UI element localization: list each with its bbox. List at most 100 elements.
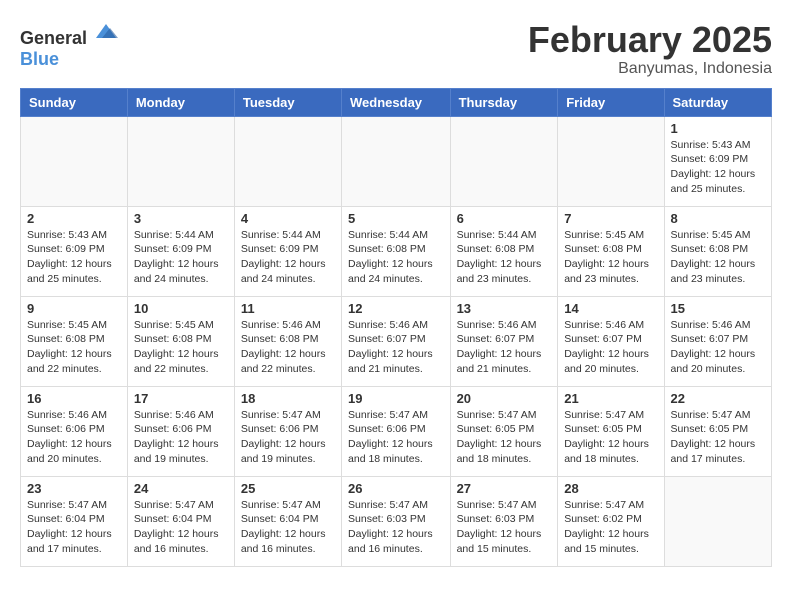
calendar-cell: 18 Sunrise: 5:47 AM Sunset: 6:06 PM Dayli… bbox=[234, 386, 341, 476]
day-info: Sunrise: 5:45 AM Sunset: 6:08 PM Dayligh… bbox=[671, 228, 765, 287]
logo-general: General bbox=[20, 28, 87, 48]
day-info: Sunrise: 5:45 AM Sunset: 6:08 PM Dayligh… bbox=[564, 228, 657, 287]
day-number: 7 bbox=[564, 211, 657, 226]
weekday-header-tuesday: Tuesday bbox=[234, 88, 341, 116]
day-info: Sunrise: 5:47 AM Sunset: 6:06 PM Dayligh… bbox=[241, 408, 335, 467]
calendar-cell: 27 Sunrise: 5:47 AM Sunset: 6:03 PM Dayli… bbox=[450, 476, 558, 566]
day-number: 15 bbox=[671, 301, 765, 316]
weekday-header-row: SundayMondayTuesdayWednesdayThursdayFrid… bbox=[21, 88, 772, 116]
calendar-cell: 12Sunrise: 5:46 AM Sunset: 6:07 PM Dayli… bbox=[342, 296, 451, 386]
calendar-cell bbox=[664, 476, 771, 566]
day-info: Sunrise: 5:47 AM Sunset: 6:05 PM Dayligh… bbox=[457, 408, 552, 467]
day-number: 28 bbox=[564, 481, 657, 496]
calendar-cell bbox=[450, 116, 558, 206]
calendar-cell: 4 Sunrise: 5:44 AM Sunset: 6:09 PM Daylig… bbox=[234, 206, 341, 296]
day-number: 14 bbox=[564, 301, 657, 316]
day-number: 3 bbox=[134, 211, 228, 226]
calendar-cell: 5 Sunrise: 5:44 AM Sunset: 6:08 PM Daylig… bbox=[342, 206, 451, 296]
calendar-cell: 11 Sunrise: 5:46 AM Sunset: 6:08 PM Dayli… bbox=[234, 296, 341, 386]
day-info: Sunrise: 5:45 AM Sunset: 6:08 PM Dayligh… bbox=[134, 318, 228, 377]
calendar-cell: 6Sunrise: 5:44 AM Sunset: 6:08 PM Daylig… bbox=[450, 206, 558, 296]
day-number: 27 bbox=[457, 481, 552, 496]
day-info: Sunrise: 5:47 AM Sunset: 6:04 PM Dayligh… bbox=[241, 498, 335, 557]
day-info: Sunrise: 5:47 AM Sunset: 6:05 PM Dayligh… bbox=[564, 408, 657, 467]
calendar-cell: 15 Sunrise: 5:46 AM Sunset: 6:07 PM Dayli… bbox=[664, 296, 771, 386]
calendar-cell: 25 Sunrise: 5:47 AM Sunset: 6:04 PM Dayli… bbox=[234, 476, 341, 566]
day-number: 17 bbox=[134, 391, 228, 406]
day-number: 19 bbox=[348, 391, 444, 406]
calendar-table: SundayMondayTuesdayWednesdayThursdayFrid… bbox=[20, 88, 772, 567]
day-number: 26 bbox=[348, 481, 444, 496]
day-info: Sunrise: 5:47 AM Sunset: 6:03 PM Dayligh… bbox=[348, 498, 444, 557]
page-header: General Blue February 2025 Banyumas, Ind… bbox=[20, 20, 772, 78]
title-block: February 2025 Banyumas, Indonesia bbox=[528, 20, 772, 78]
calendar-cell: 10 Sunrise: 5:45 AM Sunset: 6:08 PM Dayli… bbox=[127, 296, 234, 386]
day-info: Sunrise: 5:45 AM Sunset: 6:08 PM Dayligh… bbox=[27, 318, 121, 377]
day-info: Sunrise: 5:43 AM Sunset: 6:09 PM Dayligh… bbox=[27, 228, 121, 287]
day-number: 20 bbox=[457, 391, 552, 406]
calendar-cell: 21 Sunrise: 5:47 AM Sunset: 6:05 PM Dayli… bbox=[558, 386, 664, 476]
calendar-cell bbox=[234, 116, 341, 206]
calendar-cell: 26 Sunrise: 5:47 AM Sunset: 6:03 PM Dayli… bbox=[342, 476, 451, 566]
logo-blue: Blue bbox=[20, 49, 59, 69]
calendar-week-row: 16Sunrise: 5:46 AM Sunset: 6:06 PM Dayli… bbox=[21, 386, 772, 476]
logo-icon bbox=[94, 20, 118, 44]
day-number: 9 bbox=[27, 301, 121, 316]
weekday-header-monday: Monday bbox=[127, 88, 234, 116]
weekday-header-wednesday: Wednesday bbox=[342, 88, 451, 116]
day-info: Sunrise: 5:47 AM Sunset: 6:04 PM Dayligh… bbox=[27, 498, 121, 557]
day-info: Sunrise: 5:43 AM Sunset: 6:09 PM Dayligh… bbox=[671, 138, 765, 197]
calendar-cell bbox=[342, 116, 451, 206]
day-info: Sunrise: 5:44 AM Sunset: 6:09 PM Dayligh… bbox=[241, 228, 335, 287]
day-number: 12 bbox=[348, 301, 444, 316]
calendar-cell bbox=[127, 116, 234, 206]
day-number: 21 bbox=[564, 391, 657, 406]
day-number: 18 bbox=[241, 391, 335, 406]
day-info: Sunrise: 5:46 AM Sunset: 6:06 PM Dayligh… bbox=[27, 408, 121, 467]
calendar-cell: 1 Sunrise: 5:43 AM Sunset: 6:09 PM Daylig… bbox=[664, 116, 771, 206]
calendar-cell: 17 Sunrise: 5:46 AM Sunset: 6:06 PM Dayli… bbox=[127, 386, 234, 476]
day-number: 8 bbox=[671, 211, 765, 226]
day-info: Sunrise: 5:47 AM Sunset: 6:04 PM Dayligh… bbox=[134, 498, 228, 557]
day-info: Sunrise: 5:47 AM Sunset: 6:05 PM Dayligh… bbox=[671, 408, 765, 467]
calendar-cell: 14 Sunrise: 5:46 AM Sunset: 6:07 PM Dayli… bbox=[558, 296, 664, 386]
day-number: 1 bbox=[671, 121, 765, 136]
day-info: Sunrise: 5:46 AM Sunset: 6:07 PM Dayligh… bbox=[564, 318, 657, 377]
weekday-header-saturday: Saturday bbox=[664, 88, 771, 116]
day-number: 25 bbox=[241, 481, 335, 496]
calendar-week-row: 1 Sunrise: 5:43 AM Sunset: 6:09 PM Daylig… bbox=[21, 116, 772, 206]
calendar-cell: 20 Sunrise: 5:47 AM Sunset: 6:05 PM Dayli… bbox=[450, 386, 558, 476]
calendar-cell: 16Sunrise: 5:46 AM Sunset: 6:06 PM Dayli… bbox=[21, 386, 128, 476]
calendar-cell: 8 Sunrise: 5:45 AM Sunset: 6:08 PM Daylig… bbox=[664, 206, 771, 296]
day-number: 5 bbox=[348, 211, 444, 226]
day-number: 10 bbox=[134, 301, 228, 316]
day-info: Sunrise: 5:44 AM Sunset: 6:08 PM Dayligh… bbox=[348, 228, 444, 287]
calendar-cell: 3 Sunrise: 5:44 AM Sunset: 6:09 PM Daylig… bbox=[127, 206, 234, 296]
day-info: Sunrise: 5:47 AM Sunset: 6:03 PM Dayligh… bbox=[457, 498, 552, 557]
calendar-cell: 22 Sunrise: 5:47 AM Sunset: 6:05 PM Dayli… bbox=[664, 386, 771, 476]
day-number: 11 bbox=[241, 301, 335, 316]
day-number: 13 bbox=[457, 301, 552, 316]
day-info: Sunrise: 5:44 AM Sunset: 6:08 PM Dayligh… bbox=[457, 228, 552, 287]
day-number: 24 bbox=[134, 481, 228, 496]
calendar-cell: 9 Sunrise: 5:45 AM Sunset: 6:08 PM Daylig… bbox=[21, 296, 128, 386]
day-info: Sunrise: 5:46 AM Sunset: 6:08 PM Dayligh… bbox=[241, 318, 335, 377]
day-info: Sunrise: 5:46 AM Sunset: 6:06 PM Dayligh… bbox=[134, 408, 228, 467]
calendar-week-row: 23Sunrise: 5:47 AM Sunset: 6:04 PM Dayli… bbox=[21, 476, 772, 566]
calendar-week-row: 9 Sunrise: 5:45 AM Sunset: 6:08 PM Daylig… bbox=[21, 296, 772, 386]
weekday-header-friday: Friday bbox=[558, 88, 664, 116]
day-info: Sunrise: 5:46 AM Sunset: 6:07 PM Dayligh… bbox=[457, 318, 552, 377]
weekday-header-sunday: Sunday bbox=[21, 88, 128, 116]
day-info: Sunrise: 5:44 AM Sunset: 6:09 PM Dayligh… bbox=[134, 228, 228, 287]
day-number: 4 bbox=[241, 211, 335, 226]
day-number: 2 bbox=[27, 211, 121, 226]
day-number: 22 bbox=[671, 391, 765, 406]
day-info: Sunrise: 5:46 AM Sunset: 6:07 PM Dayligh… bbox=[671, 318, 765, 377]
calendar-cell: 23Sunrise: 5:47 AM Sunset: 6:04 PM Dayli… bbox=[21, 476, 128, 566]
calendar-cell bbox=[21, 116, 128, 206]
calendar-cell bbox=[558, 116, 664, 206]
weekday-header-thursday: Thursday bbox=[450, 88, 558, 116]
calendar-cell: 13 Sunrise: 5:46 AM Sunset: 6:07 PM Dayli… bbox=[450, 296, 558, 386]
calendar-cell: 2 Sunrise: 5:43 AM Sunset: 6:09 PM Daylig… bbox=[21, 206, 128, 296]
month-title: February 2025 bbox=[528, 20, 772, 60]
